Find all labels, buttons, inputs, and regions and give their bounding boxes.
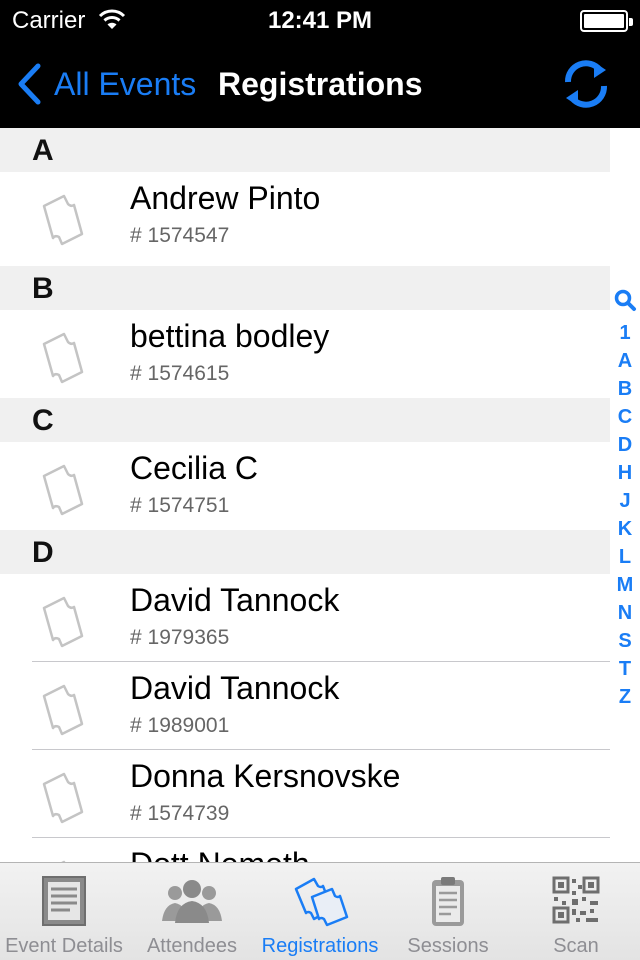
section-header-b: B [0,266,610,310]
tab-bar: Event Details Attendees Registrations Se… [0,862,640,960]
list-item[interactable]: David Tannock # 1979365 [0,574,610,662]
back-button[interactable]: All Events [16,60,196,108]
index-letter[interactable]: D [612,431,638,459]
registration-number: # 1979365 [130,626,230,649]
ticket-icon [42,596,84,648]
section-header-d: D [0,530,610,574]
ticket-icon [42,464,84,516]
ticket-icon [42,684,84,736]
tab-label: Scan [553,935,599,957]
tab-scan[interactable]: Scan [512,863,640,960]
tab-label: Sessions [407,935,489,957]
index-letter[interactable]: A [612,347,638,375]
registrant-name: Cecilia C [130,450,259,486]
tab-attendees[interactable]: Attendees [128,863,256,960]
registrant-name: Andrew Pinto [130,180,321,216]
registration-number: # 1574615 [130,362,230,385]
battery-icon [580,10,633,32]
list-item[interactable]: Cecilia C # 1574751 [0,442,610,530]
tickets-icon [294,877,349,927]
search-icon[interactable] [612,288,638,312]
clipboard-icon [432,877,464,926]
people-icon [162,880,222,923]
ticket-icon [42,194,84,246]
index-letter[interactable]: K [612,515,638,543]
navigation-bar: All Events Registrations [0,40,640,128]
list-item[interactable]: David Tannock # 1989001 [0,662,610,750]
section-letter: B [32,272,54,305]
index-letter[interactable]: Z [612,683,638,711]
list-item[interactable]: Donna Kersnovske # 1574739 [0,750,610,838]
registration-number: # 1989001 [130,714,230,737]
registrant-name: David Tannock [130,582,340,618]
ticket-icon [42,772,84,824]
status-bar: Carrier 12:41 PM [0,0,640,40]
tab-label: Event Details [5,935,123,957]
registration-number: # 1574739 [130,802,230,825]
registrant-name: bettina bodley [130,318,330,354]
registration-number: # 1574751 [130,494,230,517]
qr-code-icon [552,876,600,924]
tab-registrations[interactable]: Registrations [256,863,384,960]
index-letter[interactable]: B [612,375,638,403]
index-letter[interactable]: T [612,655,638,683]
index-letter[interactable]: C [612,403,638,431]
section-letter: D [32,536,54,569]
section-header-c: C [0,398,610,442]
index-letter[interactable]: M [612,571,638,599]
tab-sessions[interactable]: Sessions [384,863,512,960]
index-letter[interactable]: S [612,627,638,655]
index-letter[interactable]: L [612,543,638,571]
status-time: 12:41 PM [267,7,373,34]
list-item[interactable]: bettina bodley # 1574615 [0,310,610,398]
registrant-name: David Tannock [130,670,340,706]
list-item[interactable]: Dott Nemeth [0,838,610,862]
list-item[interactable]: Andrew Pinto # 1574547 [0,172,610,260]
registrations-list[interactable]: A Andrew Pinto # 1574547 B bettina bodle… [0,128,640,862]
tab-label: Attendees [146,935,238,957]
index-letter[interactable]: 1 [612,319,638,347]
index-letter[interactable]: N [612,599,638,627]
section-letter: C [32,404,54,437]
document-icon [42,876,86,926]
back-button-label: All Events [54,65,197,102]
index-letter[interactable]: H [612,459,638,487]
registration-number: # 1574547 [130,224,230,247]
index-letter[interactable]: J [612,487,638,515]
section-letter: A [32,134,54,167]
tab-event-details[interactable]: Event Details [0,863,128,960]
page-title: Registrations [218,66,423,102]
section-header-a: A [0,128,610,172]
refresh-icon[interactable] [560,58,612,110]
registrant-name: Dott Nemeth [130,846,310,862]
registrant-name: Donna Kersnovske [130,758,401,794]
chevron-left-icon [18,63,41,105]
tab-label: Registrations [261,935,379,957]
section-index[interactable]: 1 A B C D H J K L M N S T Z [612,288,638,711]
ticket-icon [42,332,84,384]
